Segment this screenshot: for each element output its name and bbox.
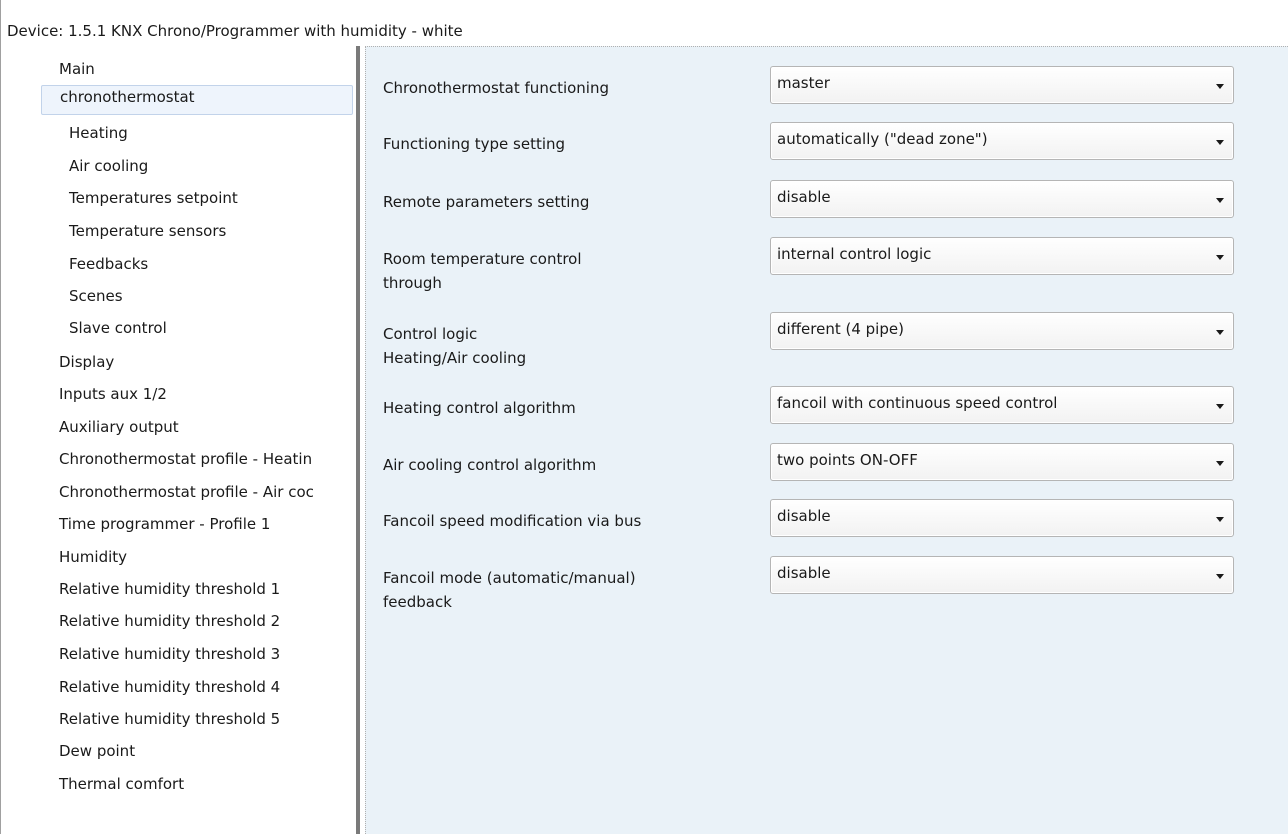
sidebar-item-temperature-sensors[interactable]: Temperature sensors — [69, 220, 226, 250]
sidebar-item-auxiliary-output[interactable]: Auxiliary output — [59, 416, 179, 446]
dropdown-value: disable — [777, 564, 831, 582]
parameters-panel — [365, 46, 1288, 834]
chevron-down-icon — [1216, 198, 1224, 203]
window-title: Device: 1.5.1 KNX Chrono/Programmer with… — [7, 22, 463, 40]
chevron-down-icon — [1216, 140, 1224, 145]
dropdown-value: different (4 pipe) — [777, 320, 904, 338]
dropdown-remote-parameters-setting[interactable]: disable — [770, 180, 1234, 218]
sidebar-item-display[interactable]: Display — [59, 351, 114, 381]
chevron-down-icon — [1216, 461, 1224, 466]
dropdown-value: disable — [777, 188, 831, 206]
dropdown-fancoil-mode-feedback[interactable]: disable — [770, 556, 1234, 594]
sidebar-item-time-programmer-profile-1[interactable]: Time programmer - Profile 1 — [59, 513, 270, 543]
sidebar-item-dew-point[interactable]: Dew point — [59, 740, 135, 770]
sidebar-item-inputs-aux[interactable]: Inputs aux 1/2 — [59, 383, 167, 413]
dropdown-control-logic[interactable]: different (4 pipe) — [770, 312, 1234, 350]
sidebar-item-rh-threshold-5[interactable]: Relative humidity threshold 5 — [59, 708, 280, 738]
dropdown-value: internal control logic — [777, 245, 932, 263]
dropdown-heating-control-algorithm[interactable]: fancoil with continuous speed control — [770, 386, 1234, 424]
dropdown-value: master — [777, 74, 830, 92]
chevron-down-icon — [1216, 517, 1224, 522]
sidebar-item-scenes[interactable]: Scenes — [69, 285, 123, 315]
sidebar-item-rh-threshold-2[interactable]: Relative humidity threshold 2 — [59, 610, 280, 640]
sidebar-item-air-cooling[interactable]: Air cooling — [69, 155, 148, 185]
sidebar-item-slave-control[interactable]: Slave control — [69, 317, 167, 347]
dropdown-chronothermostat-functioning[interactable]: master — [770, 66, 1234, 104]
param-label-control-logic: Control logic Heating/Air cooling — [383, 325, 527, 367]
sidebar-item-chrono-profile-heating[interactable]: Chronothermostat profile - Heatin — [59, 448, 353, 478]
param-label-remote-parameters-setting: Remote parameters setting — [383, 193, 590, 211]
param-label-fancoil-mode-feedback: Fancoil mode (automatic/manual) feedback — [383, 569, 636, 611]
param-label-chronothermostat-functioning: Chronothermostat functioning — [383, 79, 609, 97]
sidebar-item-rh-threshold-3[interactable]: Relative humidity threshold 3 — [59, 643, 280, 673]
sidebar-item-chronothermostat[interactable]: chronothermostat — [41, 85, 353, 115]
sidebar-item-rh-threshold-4[interactable]: Relative humidity threshold 4 — [59, 676, 280, 706]
sidebar-item-feedbacks[interactable]: Feedbacks — [69, 253, 148, 283]
dropdown-value: automatically ("dead zone") — [777, 130, 988, 148]
dropdown-value: disable — [777, 507, 831, 525]
chevron-down-icon — [1216, 255, 1224, 260]
sidebar-item-chrono-profile-air-cooling[interactable]: Chronothermostat profile - Air coc — [59, 481, 353, 511]
sidebar-item-heating[interactable]: Heating — [69, 122, 128, 152]
dropdown-value: fancoil with continuous speed control — [777, 394, 1058, 412]
param-label-air-cooling-control-algorithm: Air cooling control algorithm — [383, 456, 597, 474]
dropdown-fancoil-speed-modification[interactable]: disable — [770, 499, 1234, 537]
dropdown-air-cooling-control-algorithm[interactable]: two points ON-OFF — [770, 443, 1234, 481]
sidebar-item-rh-threshold-1[interactable]: Relative humidity threshold 1 — [59, 578, 280, 608]
param-label-fancoil-speed-modification: Fancoil speed modification via bus — [383, 512, 642, 530]
chevron-down-icon — [1216, 574, 1224, 579]
chevron-down-icon — [1216, 330, 1224, 335]
device-parameter-window: Device: 1.5.1 KNX Chrono/Programmer with… — [0, 0, 1288, 834]
dropdown-functioning-type-setting[interactable]: automatically ("dead zone") — [770, 122, 1234, 160]
chevron-down-icon — [1216, 404, 1224, 409]
param-label-heating-control-algorithm: Heating control algorithm — [383, 399, 576, 417]
param-label-room-temperature-control: Room temperature control through — [383, 250, 582, 292]
param-label-functioning-type-setting: Functioning type setting — [383, 135, 566, 153]
sidebar-item-thermal-comfort[interactable]: Thermal comfort — [59, 773, 184, 803]
sidebar-item-temperatures-setpoint[interactable]: Temperatures setpoint — [69, 187, 238, 217]
sidebar: Main chronothermostat Heating Air coolin… — [1, 46, 356, 834]
dropdown-room-temperature-control[interactable]: internal control logic — [770, 237, 1234, 275]
panel-splitter[interactable] — [356, 46, 360, 834]
sidebar-item-main[interactable]: Main — [59, 58, 95, 88]
dropdown-value: two points ON-OFF — [777, 451, 918, 469]
sidebar-item-humidity[interactable]: Humidity — [59, 546, 127, 576]
chevron-down-icon — [1216, 84, 1224, 89]
